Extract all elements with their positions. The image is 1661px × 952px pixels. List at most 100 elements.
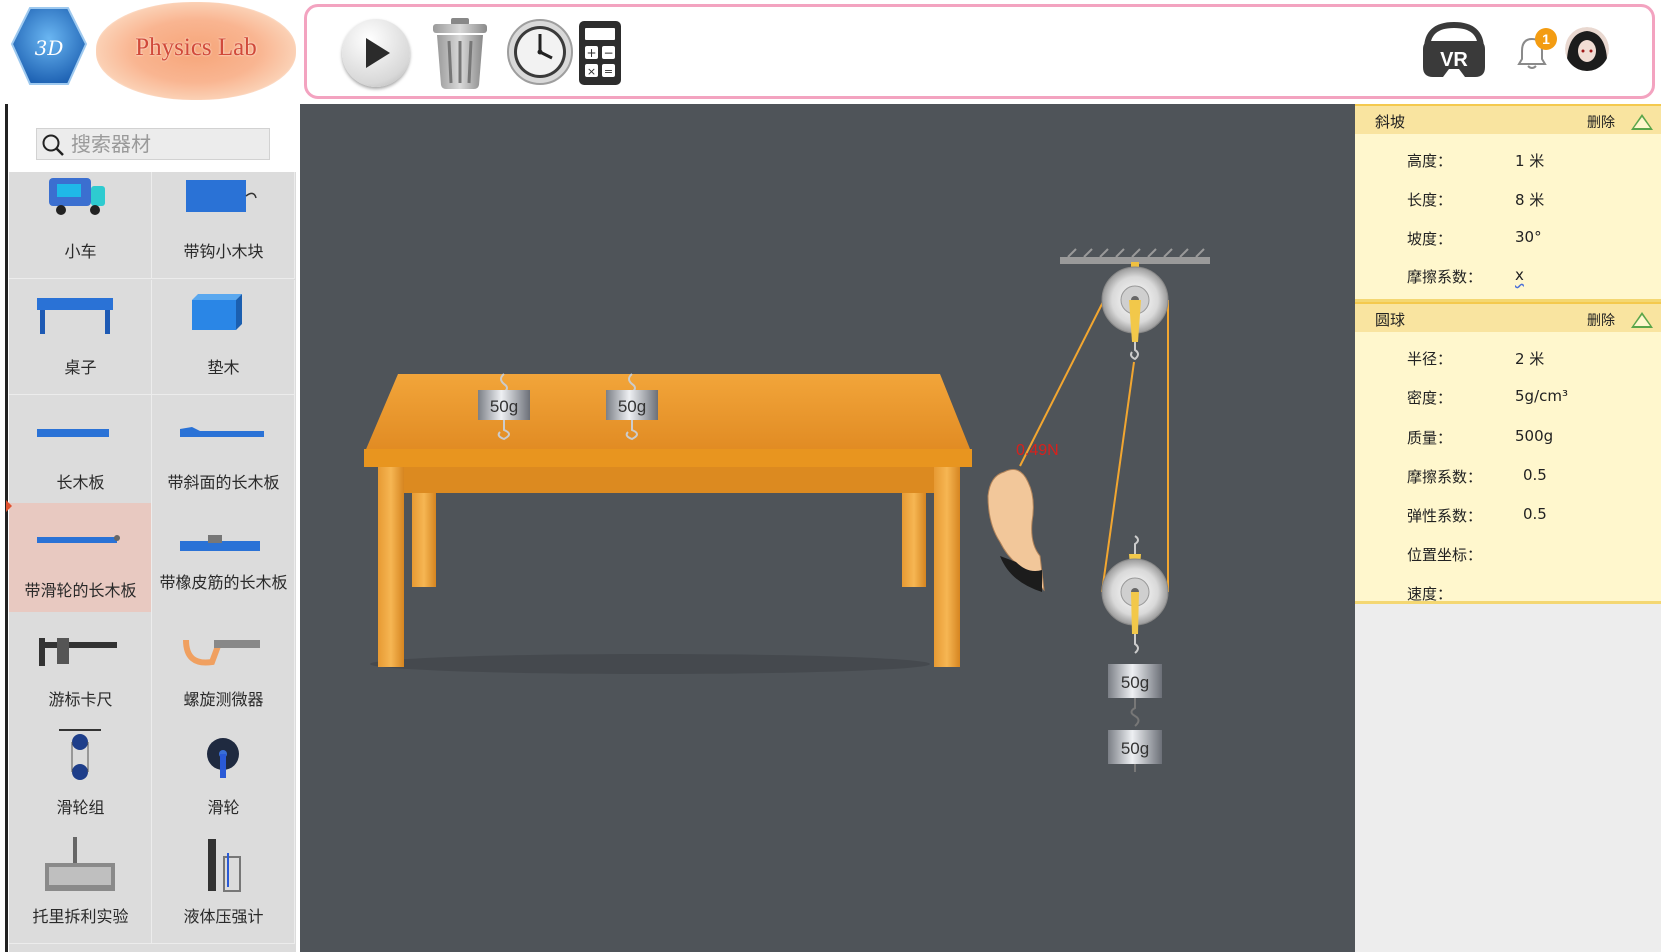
prop-value[interactable]: 0.5 xyxy=(1523,505,1547,523)
prop-value[interactable]: 0.5 xyxy=(1523,466,1547,484)
prop-row-position: 位置坐标： xyxy=(1355,544,1661,566)
pressure-gauge-icon xyxy=(208,839,241,892)
play-icon xyxy=(366,38,390,68)
equipment-label: 带橡皮筋的长木板 xyxy=(159,573,288,592)
sidebar-border xyxy=(5,104,8,952)
equipment-item-pressure-gauge[interactable]: 液体压强计 xyxy=(152,829,295,944)
prop-label: 摩擦系数： xyxy=(1407,468,1483,486)
simulation-canvas[interactable]: 50g 50g 50g 50g 0.49N xyxy=(300,104,1355,952)
hanging-weight-2[interactable]: 50g xyxy=(1108,730,1162,772)
prop-value[interactable]: 2 米 xyxy=(1515,348,1544,369)
prop-value[interactable]: 8 米 xyxy=(1515,189,1544,210)
equipment-label: 螺旋测微器 xyxy=(183,690,264,709)
prop-row-friction: 摩擦系数： 0.5 xyxy=(1355,466,1661,488)
equipment-label: 带钩小木块 xyxy=(183,242,264,261)
prop-label: 摩擦系数： xyxy=(1407,268,1483,286)
trash-icon xyxy=(433,18,487,89)
equipment-item-long-board[interactable]: 长木板 xyxy=(9,395,152,510)
delete-button[interactable]: 删除 xyxy=(1587,310,1615,330)
equipment-item-micrometer[interactable]: 螺旋测微器 xyxy=(152,612,295,727)
vr-headset-icon: VR xyxy=(1423,21,1485,77)
movable-pulley[interactable] xyxy=(1101,535,1169,654)
prop-row-velocity: 速度： xyxy=(1355,583,1661,605)
equipment-label: 小车 xyxy=(64,242,97,261)
equipment-item-table[interactable]: 桌子 xyxy=(9,280,152,395)
equipment-label: 液体压强计 xyxy=(183,907,264,926)
play-button[interactable] xyxy=(342,19,410,87)
hook-block-icon xyxy=(186,180,257,212)
clock-icon xyxy=(507,19,573,85)
collapse-triangle-icon[interactable] xyxy=(1631,114,1653,130)
fixed-pulley[interactable] xyxy=(1101,262,1169,361)
prop-row-density: 密度： 5g/cm³ xyxy=(1355,387,1661,409)
equipment-item-cart[interactable]: 小车 xyxy=(9,172,152,279)
svg-text:VR: VR xyxy=(1440,49,1468,71)
svg-text:+: + xyxy=(586,46,596,60)
prop-value[interactable]: 500g xyxy=(1515,427,1553,445)
rubber-band-board-icon xyxy=(180,535,260,551)
section-header: 圆球 删除 xyxy=(1355,302,1661,332)
hanging-weight-1[interactable]: 50g xyxy=(1108,664,1162,727)
equipment-item-slope-board[interactable]: 带斜面的长木板 xyxy=(152,395,295,510)
section-title: 斜坡 xyxy=(1375,113,1406,131)
prop-label: 高度： xyxy=(1407,152,1453,170)
search-input[interactable] xyxy=(71,131,267,157)
delete-button[interactable]: 删除 xyxy=(1587,112,1615,132)
equipment-item-pulley-board[interactable]: 带滑轮的长木板 xyxy=(9,503,152,618)
prop-label: 半径： xyxy=(1407,350,1453,368)
weight-label: 50g xyxy=(618,397,646,416)
calculator-icon: + − × = xyxy=(579,21,621,85)
table-icon xyxy=(37,298,113,334)
slope-board-icon xyxy=(180,427,264,437)
long-board-icon xyxy=(37,429,109,437)
avatar[interactable] xyxy=(1565,27,1609,71)
prop-value[interactable]: 5g/cm³ xyxy=(1515,387,1568,405)
collapse-triangle-icon[interactable] xyxy=(1631,312,1653,328)
notification-badge[interactable]: 1 xyxy=(1535,28,1557,50)
equipment-label: 滑轮 xyxy=(207,798,240,817)
weight-label: 50g xyxy=(1121,673,1149,692)
equipment-label: 长木板 xyxy=(56,473,105,492)
prop-value[interactable]: 30° xyxy=(1515,228,1542,246)
calculator-button[interactable]: + − × = xyxy=(577,19,623,87)
prop-row-elasticity: 弹性系数： 0.5 xyxy=(1355,505,1661,527)
force-reading: 0.49N xyxy=(1016,442,1059,459)
prop-label: 长度： xyxy=(1407,191,1453,209)
torricelli-icon xyxy=(45,837,115,891)
selected-indicator-icon xyxy=(6,500,12,512)
prop-row-height: 高度： 1 米 xyxy=(1355,150,1661,172)
scene-svg: 50g 50g 50g 50g 0.49N xyxy=(364,248,1210,772)
vr-button[interactable]: VR xyxy=(1419,19,1489,85)
clock-button[interactable] xyxy=(505,17,575,87)
prop-value[interactable]: 1 米 xyxy=(1515,150,1544,171)
equipment-item-rubber-band-board[interactable]: 带橡皮筋的长木板 xyxy=(152,503,295,618)
pulley-icon xyxy=(207,738,239,778)
section-header: 斜坡 删除 xyxy=(1355,104,1661,134)
equipment-item-pulley-block[interactable]: 滑轮组 xyxy=(9,720,152,835)
equipment-item-hook-block[interactable]: 带钩小木块 xyxy=(152,172,295,279)
table[interactable] xyxy=(364,374,972,674)
prop-value[interactable]: x xyxy=(1515,266,1524,284)
equipment-item-wood-block[interactable]: 垫木 xyxy=(152,280,295,395)
prop-row-radius: 半径： 2 米 xyxy=(1355,348,1661,370)
equipment-label: 桌子 xyxy=(64,358,97,377)
section-title: 圆球 xyxy=(1375,311,1406,329)
prop-label: 质量： xyxy=(1407,429,1453,447)
prop-label: 速度： xyxy=(1407,585,1453,603)
user-avatar-icon xyxy=(1565,27,1609,71)
equipment-item-pulley[interactable]: 滑轮 xyxy=(152,720,295,835)
equipment-label: 带滑轮的长木板 xyxy=(24,581,137,600)
pulley-board-icon xyxy=(37,535,120,543)
ceiling-support xyxy=(1060,248,1210,264)
prop-row-slope: 坡度： 30° xyxy=(1355,228,1661,250)
equipment-item-torricelli[interactable]: 托里拆利实验 xyxy=(9,829,152,944)
equipment-grid: 小车 带钩小木块 桌子 垫木 长木板 带斜面的长木板 带滑轮的长木板 带橡皮筋的… xyxy=(9,172,296,952)
logo-area: 3D Physics Lab xyxy=(0,0,300,104)
trash-button[interactable] xyxy=(429,15,491,91)
svg-text:×: × xyxy=(587,65,596,78)
svg-text:=: = xyxy=(604,65,613,78)
prop-label: 密度： xyxy=(1407,389,1453,407)
hand-icon[interactable] xyxy=(987,469,1045,592)
properties-panel: 斜坡 删除 高度： 1 米 长度： 8 米 坡度： 30° 摩擦系数： x 圆球… xyxy=(1355,104,1661,952)
equipment-item-vernier-caliper[interactable]: 游标卡尺 xyxy=(9,612,152,727)
